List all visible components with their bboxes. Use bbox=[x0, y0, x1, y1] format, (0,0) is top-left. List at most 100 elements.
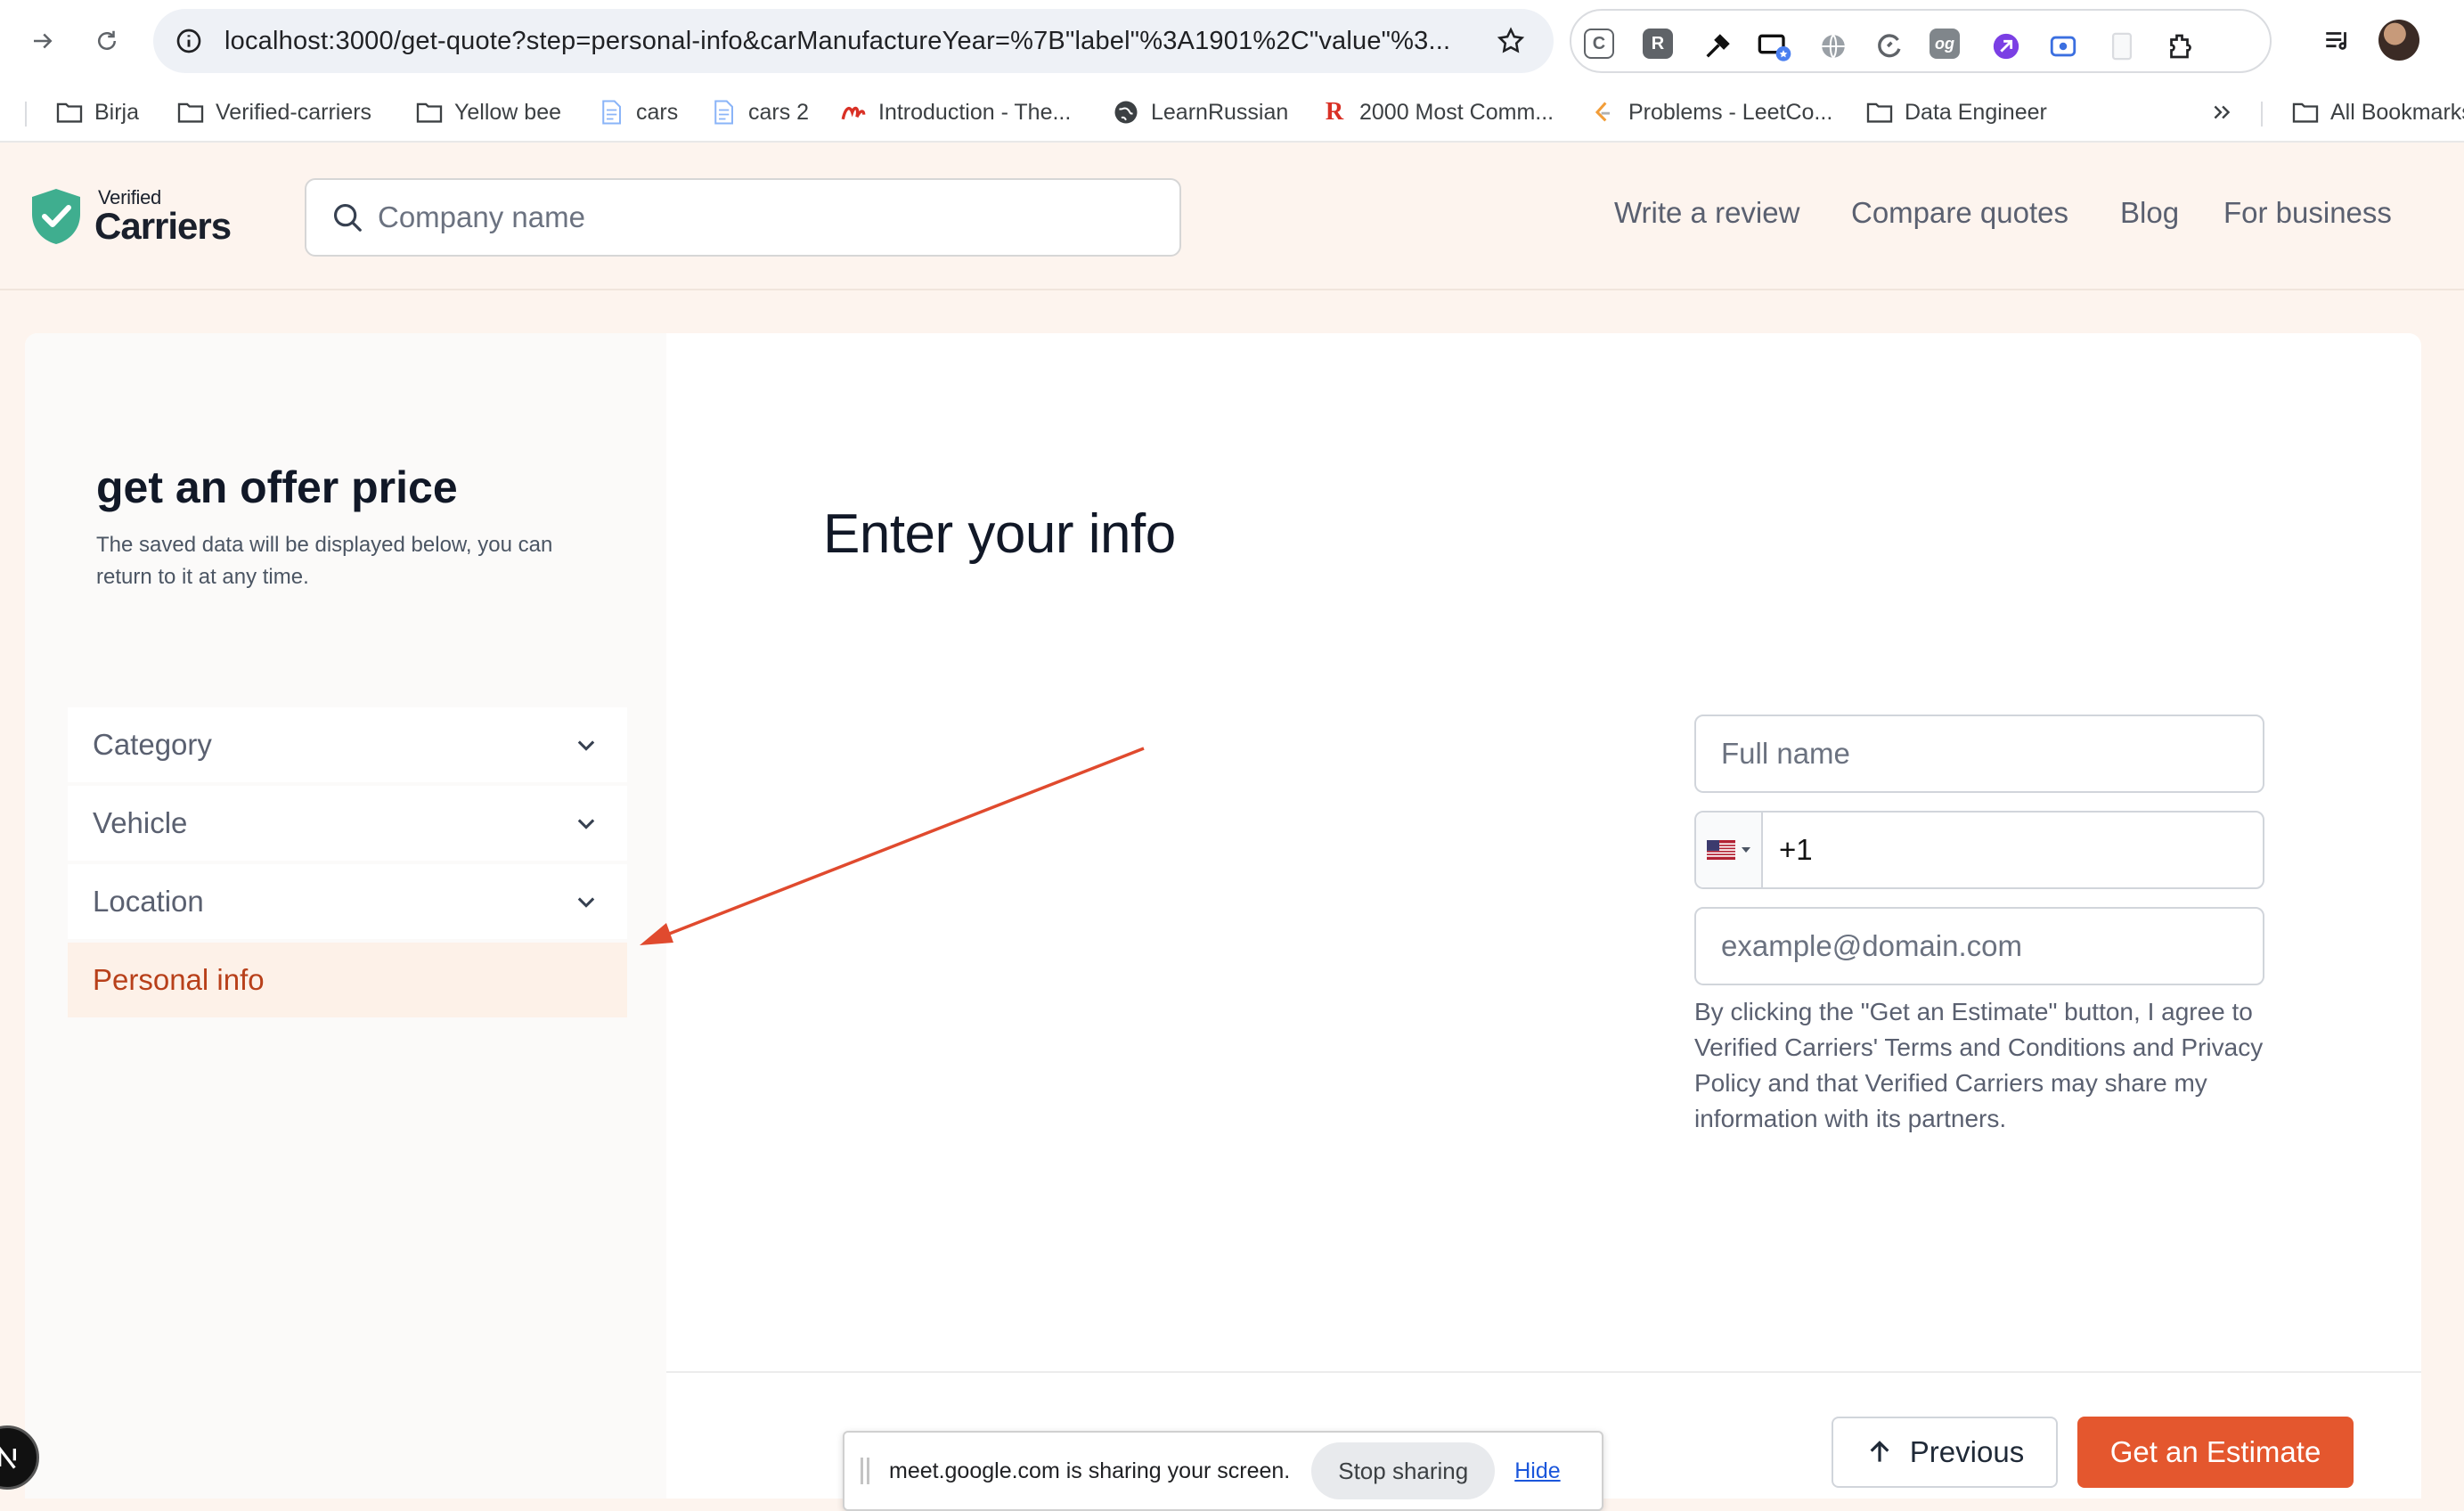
bookmark-item[interactable]: Birja bbox=[55, 94, 139, 130]
n-logo-icon bbox=[0, 1446, 16, 1469]
folder-icon bbox=[176, 100, 205, 125]
step-label: Category bbox=[93, 728, 212, 761]
form-title: Enter your info bbox=[823, 503, 1176, 565]
forward-button[interactable] bbox=[20, 18, 66, 64]
reading-list-icon[interactable] bbox=[2314, 18, 2361, 64]
extension-r-icon[interactable]: R bbox=[1643, 29, 1673, 59]
phone-input[interactable] bbox=[1779, 833, 2263, 867]
arrow-up-icon bbox=[1870, 1441, 1889, 1462]
doc-icon bbox=[709, 100, 738, 125]
email-field[interactable] bbox=[1694, 907, 2264, 985]
bookmark-item[interactable]: Verified-carriers bbox=[176, 94, 371, 130]
bookmark-item[interactable]: Data Engineer bbox=[1865, 94, 2047, 130]
verified-carriers-logo[interactable]: Verified Carriers bbox=[29, 187, 232, 247]
bookmarks-divider bbox=[2261, 102, 2263, 127]
blank-extension-icon[interactable] bbox=[2104, 29, 2140, 64]
double-chevron-right-icon bbox=[2207, 100, 2236, 125]
folder-icon bbox=[55, 100, 84, 125]
refresh-extension-icon[interactable] bbox=[1872, 29, 1908, 64]
search-icon bbox=[330, 200, 365, 235]
bookmark-star-icon[interactable] bbox=[1491, 21, 1530, 61]
chevron-down-icon bbox=[570, 886, 602, 918]
address-bar[interactable]: localhost:3000/get-quote?step=personal-i… bbox=[153, 9, 1554, 73]
logo-big-text: Carriers bbox=[94, 205, 232, 247]
shield-check-icon bbox=[32, 189, 80, 244]
company-search[interactable] bbox=[305, 178, 1181, 257]
purple-extension-icon[interactable] bbox=[1988, 29, 2024, 64]
bookmark-item[interactable]: cars bbox=[597, 94, 678, 130]
stop-sharing-button[interactable]: Stop sharing bbox=[1311, 1442, 1496, 1499]
share-status-text: meet.google.com is sharing your screen. bbox=[889, 1458, 1291, 1483]
globe-icon bbox=[1112, 100, 1140, 125]
chevron-down-icon bbox=[570, 807, 602, 839]
more-bookmarks-button[interactable] bbox=[2207, 94, 2236, 130]
og-extension-icon[interactable]: og bbox=[1930, 29, 1960, 59]
bookmark-label: Data Engineer bbox=[1905, 99, 2047, 125]
reload-icon bbox=[98, 30, 116, 50]
site-icon bbox=[839, 100, 868, 125]
drag-handle[interactable] bbox=[861, 1458, 871, 1484]
nav-for-business[interactable]: For business bbox=[2223, 196, 2392, 230]
nav-blog[interactable]: Blog bbox=[2120, 196, 2179, 230]
bookmarks-divider bbox=[25, 102, 27, 127]
full-name-field[interactable] bbox=[1694, 715, 2264, 793]
hide-link[interactable]: Hide bbox=[1514, 1458, 1560, 1484]
phone-field[interactable] bbox=[1694, 811, 2264, 889]
folder-icon bbox=[2291, 100, 2320, 125]
extensions-bar: C R og bbox=[1570, 9, 2272, 73]
bookmark-label: LearnRussian bbox=[1151, 99, 1289, 125]
previous-button[interactable]: Previous bbox=[1832, 1417, 2058, 1488]
bookmarks-bar: Birja Verified-carriers Yellow bee cars … bbox=[0, 82, 2464, 143]
step-category[interactable]: Category bbox=[68, 707, 627, 782]
doc-icon bbox=[597, 100, 625, 125]
bookmark-item[interactable]: cars 2 bbox=[709, 94, 809, 130]
step-location[interactable]: Location bbox=[68, 864, 627, 939]
bookmark-item[interactable]: LearnRussian bbox=[1112, 94, 1288, 130]
record-extension-icon[interactable] bbox=[2045, 29, 2081, 64]
sidebar-title: get an offer price bbox=[96, 462, 458, 512]
screen-share-bar: meet.google.com is sharing your screen. … bbox=[843, 1431, 1603, 1511]
profile-avatar[interactable] bbox=[2378, 20, 2419, 61]
nav-compare-quotes[interactable]: Compare quotes bbox=[1851, 196, 2068, 230]
screen-cast-icon[interactable] bbox=[1757, 29, 1792, 64]
bookmark-item[interactable]: Introduction - The... bbox=[839, 94, 1071, 130]
site-header: Verified Carriers Write a review Compare… bbox=[0, 143, 2464, 290]
site-info-icon[interactable] bbox=[169, 21, 208, 61]
bookmark-label: All Bookmarks bbox=[2330, 99, 2464, 125]
url-text[interactable]: localhost:3000/get-quote?step=personal-i… bbox=[224, 27, 1463, 56]
eyedropper-icon[interactable] bbox=[1700, 29, 1735, 64]
chevron-down-icon bbox=[570, 729, 602, 761]
full-name-input[interactable] bbox=[1721, 737, 2238, 771]
extensions-puzzle-icon[interactable] bbox=[2163, 29, 2199, 64]
terms-notice: By clicking the "Get an Estimate" button… bbox=[1694, 998, 2264, 1132]
country-code-select[interactable] bbox=[1696, 813, 1764, 887]
company-search-input[interactable] bbox=[378, 200, 1144, 234]
bookmark-label: 2000 Most Comm... bbox=[1359, 99, 1554, 125]
bookmark-label: Introduction - The... bbox=[878, 99, 1072, 125]
form-footer-divider bbox=[666, 1371, 2421, 1373]
bookmark-item[interactable]: Yellow bee bbox=[415, 94, 561, 130]
bookmark-label: Birja bbox=[94, 99, 140, 125]
get-estimate-label: Get an Estimate bbox=[2109, 1435, 2321, 1468]
us-flag-icon bbox=[1706, 840, 1735, 860]
bookmark-label: cars bbox=[636, 99, 679, 125]
previous-label: Previous bbox=[1909, 1435, 2025, 1468]
get-estimate-button[interactable]: Get an Estimate bbox=[2077, 1417, 2354, 1488]
all-bookmarks-button[interactable]: All Bookmarks bbox=[2291, 94, 2464, 130]
globe-extension-icon[interactable] bbox=[1815, 29, 1851, 64]
reload-button[interactable] bbox=[84, 18, 130, 64]
bookmark-item[interactable]: R 2000 Most Comm... bbox=[1320, 94, 1554, 130]
arrow-right-icon bbox=[34, 33, 53, 49]
email-input[interactable] bbox=[1721, 929, 2238, 963]
bookmark-label: Verified-carriers bbox=[216, 99, 372, 125]
extension-c-icon[interactable]: C bbox=[1584, 29, 1614, 59]
step-personal-info[interactable]: Personal info bbox=[68, 943, 627, 1017]
step-vehicle[interactable]: Vehicle bbox=[68, 786, 627, 861]
bookmark-item[interactable]: Problems - LeetCo... bbox=[1589, 94, 1832, 130]
bookmark-label: cars 2 bbox=[748, 99, 810, 125]
step-label: Personal info bbox=[93, 963, 265, 996]
nav-write-review[interactable]: Write a review bbox=[1614, 196, 1799, 230]
bookmark-label: Problems - LeetCo... bbox=[1628, 99, 1833, 125]
quote-sidebar: get an offer price The saved data will b… bbox=[25, 333, 666, 1499]
step-label: Location bbox=[93, 885, 204, 918]
